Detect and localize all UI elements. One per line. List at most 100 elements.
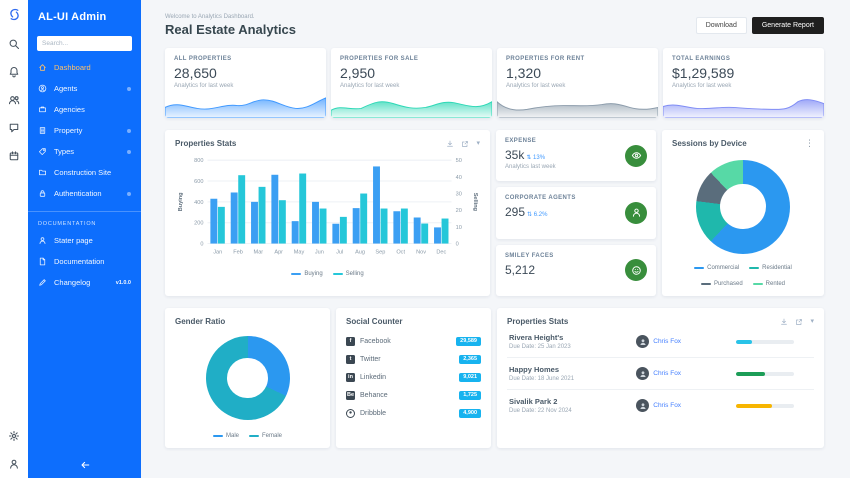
calendar-icon[interactable] [8,150,20,162]
stat-card-label: PROPERTIES FOR SALE [340,56,483,62]
svg-text:Jun: Jun [315,250,324,256]
progress-fill [736,340,752,344]
social-count-badge: 9,021 [459,373,481,382]
folder-icon [38,168,47,177]
social-counter-card: Social Counter fFacebook29,589tTwitter2,… [336,308,491,448]
linkedin-icon: in [346,373,355,382]
svg-text:Oct: Oct [396,250,405,256]
sidebar-item-types[interactable]: Types [28,141,141,162]
person-icon [639,402,647,410]
donut-wrap [175,326,320,430]
kpi-action-button[interactable] [625,259,647,281]
download-icon[interactable] [446,140,454,148]
property-name: Sivalik Park 2 [509,397,636,406]
legend-swatch [749,267,759,270]
property-row-sivalik-park-2: Sivalik Park 2 Due Date: 22 Nov 2024 Chris… [507,390,814,421]
social-list: fFacebook29,589tTwitter2,365inLinkedin9,… [346,332,481,422]
svg-text:Apr: Apr [274,250,283,256]
property-row-happy-homes: Happy HomesDue Date: 18 June 2021Chris F… [507,358,814,390]
agent-link[interactable]: Chris Fox [653,338,681,345]
sidebar-item-dashboard[interactable]: Dashboard [28,57,141,78]
social-row-behance[interactable]: BeBehance1,725 [346,386,481,404]
property-info: Sivalik Park 2 Due Date: 22 Nov 2024 [509,397,636,414]
legend-item-commercial: Commercial [694,265,739,271]
sidebar-item-agents[interactable]: Agents [28,78,141,99]
agent-link[interactable]: Chris Fox [653,370,681,377]
version-badge: v1.0.0 [116,280,131,286]
agent-link[interactable]: Chris Fox [653,402,681,409]
gender-donut-chart [206,336,290,420]
chevron-down-icon[interactable]: ▾ [810,318,814,325]
kpi-card-expense: EXPENSE35k⇅ 13%Analytics last week [496,130,656,181]
facebook-icon: f [346,337,355,346]
sidebar-item-property[interactable]: Property [28,120,141,141]
avatar [636,335,649,348]
page-header: Welcome to Analytics Dashboard. Real Est… [165,8,824,42]
bar-chart-svg: 020040060080001020304050JanFebMarAprMayJ… [175,152,480,268]
kpi-action-button[interactable] [625,145,647,167]
sidebar-item-construction-site[interactable]: Construction Site [28,162,141,183]
sessions-by-device-card: Sessions by Device ⋮ Commercial Residenti… [662,130,824,296]
card-title: Properties Stats [507,317,568,326]
property-row-rivera-height-s: Rivera Height'sDue Date: 25 Jan 2023 Chri… [507,326,814,358]
property-progress [736,340,812,344]
sidebar-item-changelog[interactable]: Changelogv1.0.0 [28,272,141,293]
user-icon[interactable] [8,458,20,470]
kpi-card-corporate-agents: CORPORATE AGENTS295⇅ 6.2% [496,187,656,238]
pencil-icon [38,278,47,287]
legend-swatch [753,283,763,286]
sidebar-item-label: Dashboard [54,63,91,72]
property-due-date: Due Date: 22 Nov 2024 [509,408,636,414]
svg-text:200: 200 [194,221,203,227]
app-logo-icon [7,7,22,22]
sidebar-search-input[interactable] [37,36,132,51]
sidebar-collapse-button[interactable] [79,459,91,471]
card-header: Sessions by Device ⋮ [672,139,814,148]
svg-text:Aug: Aug [355,250,365,256]
social-row-twitter[interactable]: tTwitter2,365 [346,350,481,368]
svg-text:0: 0 [200,242,203,248]
chevron-down-icon[interactable]: ▾ [476,140,480,147]
kpi-action-button[interactable] [625,202,647,224]
sidebar-item-label: Agencies [54,105,85,114]
property-info: Rivera Height'sDue Date: 25 Jan 2023 [509,333,636,350]
sidebar-item-label: Types [54,147,74,156]
social-name: Behance [360,392,388,399]
sidebar-item-agencies[interactable]: Agencies [28,99,141,120]
legend-swatch [291,273,301,276]
more-menu-icon[interactable]: ⋮ [805,139,814,148]
legend-item-residential: Residential [749,265,792,271]
search-icon[interactable] [8,38,20,50]
generate-report-button[interactable]: Generate Report [752,17,824,34]
submenu-indicator-icon [127,129,131,133]
legend-item-selling: Selling [333,271,364,277]
social-row-dribbble[interactable]: ●Dribbble4,900 [346,404,481,422]
gear-icon[interactable] [8,430,20,442]
header-actions: Download Generate Report [696,17,824,34]
sidebar-item-authentication[interactable]: Authentication [28,183,141,204]
stat-card-all-properties: ALL PROPERTIES28,650Analytics for last w… [165,48,326,118]
chat-icon[interactable] [8,122,20,134]
stat-card-label: PROPERTIES FOR RENT [506,56,649,62]
sidebar-item-documentation[interactable]: Documentation [28,251,141,272]
user-icon [38,236,47,245]
download-button[interactable]: Download [696,17,747,34]
external-link-icon[interactable] [795,318,803,326]
social-row-facebook[interactable]: fFacebook29,589 [346,332,481,350]
twitter-icon: t [346,355,355,364]
app-root: AL-UI Admin DashboardAgentsAgenciesPrope… [0,0,850,478]
sidebar-nav: Dashboard Agents Agencies Property Types Cons… [28,57,141,204]
progress-track [736,404,794,408]
stat-sparkline [165,95,326,118]
legend-swatch [701,283,711,286]
download-icon[interactable] [780,318,788,326]
eye-icon [631,150,642,161]
svg-text:Sep: Sep [375,250,385,256]
svg-text:Buying: Buying [178,192,184,211]
external-link-icon[interactable] [461,140,469,148]
users-icon[interactable] [8,94,20,106]
sidebar-item-label: Documentation [54,257,104,266]
social-row-linkedin[interactable]: inLinkedin9,021 [346,368,481,386]
sidebar-item-stater-page[interactable]: Stater page [28,230,141,251]
bell-icon[interactable] [8,66,20,78]
